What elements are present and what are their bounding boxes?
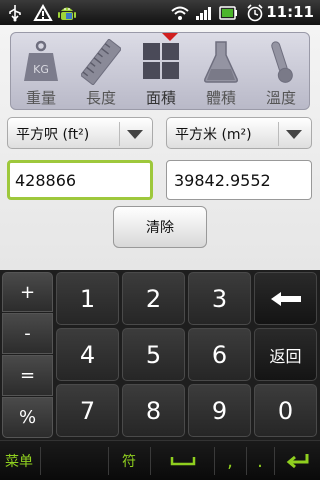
digit-key-3[interactable]: 3 (188, 272, 251, 325)
digit-key-8[interactable]: 8 (122, 384, 185, 437)
category-length[interactable]: 長度 (71, 33, 131, 111)
chevron-down-icon (286, 130, 302, 139)
digit-key-5[interactable]: 5 (122, 328, 185, 381)
digit-key-0[interactable]: 0 (254, 384, 317, 437)
keyboard-menu-key[interactable]: 菜单 (0, 445, 38, 477)
minus-key[interactable]: - (2, 313, 53, 354)
clear-button[interactable]: 清除 (113, 206, 207, 248)
battery-icon (218, 3, 240, 22)
converter-panel: KG 重量 長度 面積 體積 溫度 平方呎 (ft²) 平方米 (m²) 428… (0, 25, 320, 270)
keyboard-candidate-bar: 菜单 符 , . (0, 440, 320, 480)
category-weight[interactable]: KG 重量 (11, 33, 71, 111)
area-icon (143, 43, 179, 79)
ruler-icon (81, 39, 121, 85)
digit-key-6[interactable]: 6 (188, 328, 251, 381)
keyboard-enter-key[interactable] (278, 445, 316, 477)
keyboard-period-key[interactable]: . (248, 445, 272, 477)
back-key[interactable]: 返回 (254, 328, 317, 381)
digit-key-2[interactable]: 2 (122, 272, 185, 325)
from-unit-label: 平方呎 (ft²) (16, 127, 90, 143)
warning-icon (32, 3, 54, 22)
plus-key[interactable]: + (2, 272, 53, 312)
category-temperature[interactable]: 溫度 (251, 33, 311, 111)
from-value-field[interactable]: 428866 (7, 160, 153, 200)
backspace-arrow-icon (270, 291, 301, 306)
equals-key[interactable]: = (2, 355, 53, 396)
digit-key-9[interactable]: 9 (188, 384, 251, 437)
alarm-icon (244, 3, 266, 22)
digit-key-4[interactable]: 4 (56, 328, 119, 381)
category-bar: KG 重量 長度 面積 體積 溫度 (10, 32, 310, 110)
keyboard-space-key[interactable] (158, 445, 208, 477)
keyboard-comma-key[interactable]: , (218, 445, 242, 477)
from-unit-select[interactable]: 平方呎 (ft²) (7, 117, 153, 149)
to-value-field[interactable]: 39842.9552 (166, 160, 312, 200)
weight-icon: KG (24, 40, 58, 81)
keypad: + - = % 1 2 3 4 5 6 返回 7 8 9 0 (0, 270, 320, 440)
signal-icon (194, 3, 214, 22)
to-unit-select[interactable]: 平方米 (m²) (166, 117, 312, 149)
backspace-key[interactable] (254, 272, 317, 325)
to-unit-label: 平方米 (m²) (175, 127, 252, 143)
thermometer-icon (271, 41, 293, 83)
digit-key-7[interactable]: 7 (56, 384, 119, 437)
category-area[interactable]: 面積 (131, 33, 191, 111)
status-clock: 11:11 (266, 3, 314, 21)
space-icon (170, 457, 196, 466)
enter-arrow-icon (286, 454, 309, 469)
keyboard-symbols-key[interactable]: 符 (112, 445, 146, 477)
svg-text:KG: KG (33, 63, 49, 76)
wifi-icon (170, 3, 190, 22)
digit-key-1[interactable]: 1 (56, 272, 119, 325)
chevron-down-icon (127, 130, 143, 139)
percent-key[interactable]: % (2, 397, 53, 438)
flask-icon (204, 41, 238, 83)
android-icon (56, 3, 78, 22)
status-bar: 11:11 (0, 0, 320, 25)
usb-icon (6, 3, 24, 22)
category-volume[interactable]: 體積 (191, 33, 251, 111)
